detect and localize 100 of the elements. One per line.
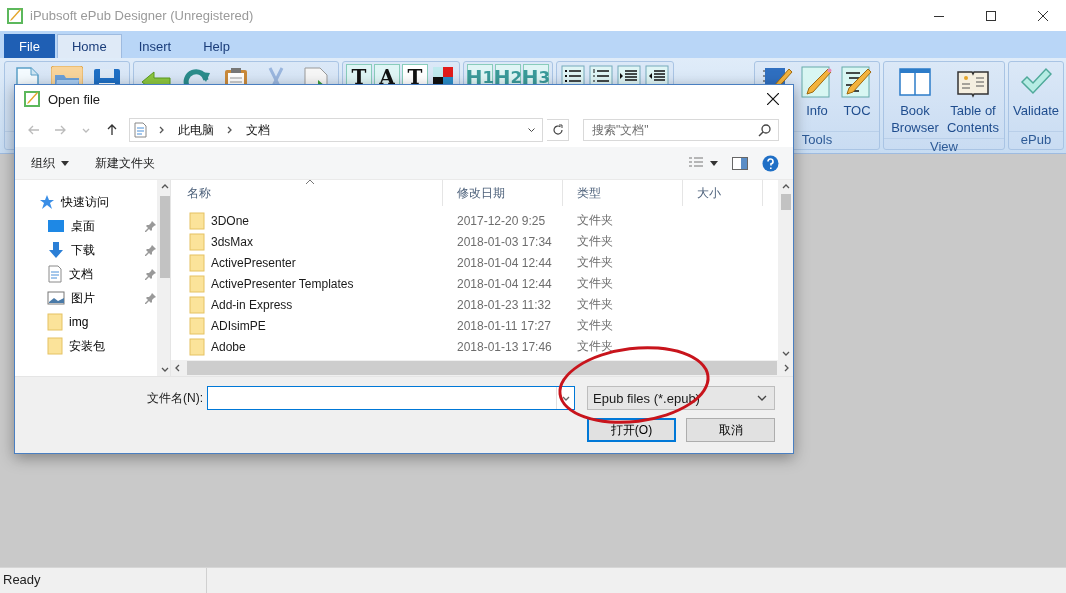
group-label: ePub [1009,131,1063,149]
scrollbar-thumb[interactable] [187,361,777,375]
file-name[interactable]: Add-in Express [211,297,293,312]
navigation-item[interactable]: img [39,310,157,334]
folder-icon [189,295,205,314]
status-text: Ready [0,568,207,593]
file-name[interactable]: ADIsimPE [211,318,266,333]
folder-icon [51,66,83,84]
new-folder-button[interactable]: 新建文件夹 [95,154,155,172]
preview-pane-button[interactable] [732,156,748,170]
toolbar-button[interactable]: Table of Contents [945,64,1001,138]
star-icon [39,194,55,210]
app-logo-icon [6,6,24,25]
scrollbar-thumb[interactable] [159,196,170,278]
toolbar-button[interactable] [48,64,86,86]
vertical-scrollbar[interactable] [778,180,793,360]
file-type: 文件夹 [576,275,614,292]
folder-icon [189,274,205,293]
folder-icon [189,253,205,272]
ribbon-tab[interactable]: Help [188,34,245,58]
file-type: 文件夹 [576,233,614,250]
maximize-icon [986,10,996,21]
document-icon [47,265,63,283]
toolbar-button[interactable]: Info [798,64,836,121]
view-options-button[interactable] [688,157,718,169]
folder-icon [47,313,63,331]
modified-date: 2018-01-03 17:34 [456,234,553,249]
forward-arrow-icon [54,124,66,136]
two-pane-window-icon [899,66,931,98]
folder-icon [189,211,205,230]
details-view-icon [688,157,704,169]
file-type: 文件夹 [576,317,614,334]
toolbar-button[interactable]: TOC [838,64,876,121]
down-arrow-icon [47,241,65,259]
modified-date: 2018-01-13 17:46 [456,339,553,354]
dialog-button[interactable]: 取消 [686,418,775,442]
folder-icon [189,316,205,335]
folder-icon [47,337,63,355]
breadcrumb-item[interactable]: 文档 [244,121,272,139]
column-header[interactable]: 名称 [173,180,443,206]
breadcrumb-item[interactable]: 此电脑 [176,121,216,139]
dialog-button[interactable]: 打开(O) [587,418,676,442]
document-icon [134,122,148,138]
modified-date: 2018-01-23 11:32 [456,297,552,312]
vertical-scrollbar[interactable] [157,180,170,376]
toolbar-button[interactable]: Book Browser [887,64,943,138]
file-name[interactable]: ActivePresenter Templates [211,276,354,291]
ribbon-tab[interactable]: Home [56,34,122,58]
help-button[interactable] [762,154,779,172]
column-header[interactable]: 大小 [683,180,763,206]
back-arrow-icon [28,124,40,136]
modified-date: 2018-01-11 17:27 [456,318,552,333]
folder-icon [189,337,205,356]
list-pencil-icon [841,66,873,98]
file-type: 文件夹 [576,338,614,355]
file-type: 文件夹 [576,254,614,271]
file-name[interactable]: ActivePresenter [211,255,296,270]
caret-icon [710,160,718,166]
navigation-item[interactable]: 图片 [39,286,157,310]
search-field[interactable]: 搜索"文档" [583,119,779,141]
app-logo-icon [23,90,41,108]
toolbar-button[interactable]: Validate [1012,64,1060,121]
column-header[interactable]: 修改日期 [443,180,563,206]
address-bar[interactable]: 此电脑 文档 [129,118,543,142]
close-icon [767,93,779,105]
navigation-item[interactable]: 下载 [39,238,157,262]
file-type: 文件夹 [576,212,614,229]
navigation-item[interactable]: 安装包 [39,334,157,358]
up-arrow-icon [106,124,118,136]
file-name[interactable]: 3DOne [211,213,250,228]
organize-button[interactable]: 组织 [31,154,69,172]
ribbon-tab[interactable]: Insert [123,34,187,58]
navigation-item[interactable]: 桌面 [39,214,157,238]
file-name-label: 文件名(N): [147,389,203,407]
modified-date: 2018-01-04 12:44 [456,255,553,270]
file-name[interactable]: Adobe [211,339,246,354]
file-type: 文件夹 [576,296,614,313]
folder-icon [189,232,205,251]
modified-date: 2017-12-20 9:25 [456,213,547,228]
search-icon [758,123,772,137]
help-icon [762,154,779,172]
file-name[interactable]: 3dsMax [211,234,254,249]
notebook-pencil-icon [761,66,793,84]
window-title: iPubsoft ePub Designer (Unregistered) [30,8,254,23]
navigation-item[interactable]: 快速访问 [31,190,149,214]
column-header[interactable]: 类型 [563,180,683,206]
preview-pane-icon [732,156,748,170]
dialog-title: Open file [48,91,101,107]
modified-date: 2018-01-04 12:44 [456,276,553,291]
desktop-icon [47,218,65,234]
caret-icon [61,160,69,166]
navigation-item[interactable]: 文档 [39,262,157,286]
refresh-icon [551,124,564,136]
close-icon [1038,10,1048,21]
refresh-button[interactable] [547,119,569,141]
file-menu-button[interactable]: File [4,34,55,58]
horizontal-scrollbar[interactable] [171,360,793,376]
picture-icon [47,290,65,306]
scrollbar-thumb[interactable] [780,194,791,210]
pencil-icon [801,66,833,98]
